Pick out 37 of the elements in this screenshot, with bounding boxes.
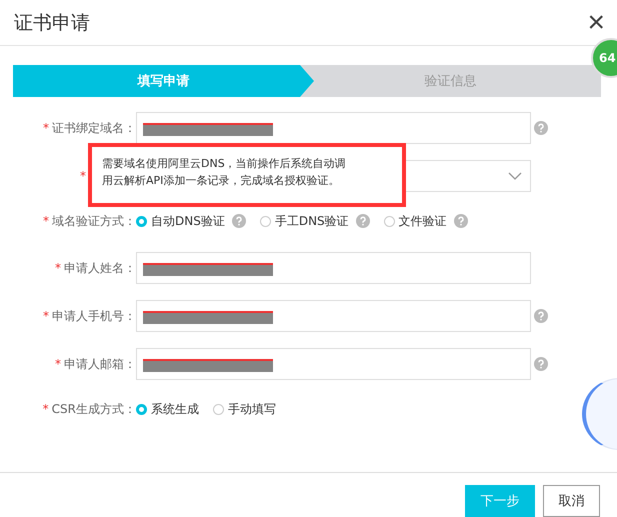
input-field[interactable] bbox=[136, 252, 531, 284]
chevron-down-icon bbox=[508, 172, 522, 180]
help-icon[interactable] bbox=[454, 214, 468, 228]
option-label[interactable]: 手动填写 bbox=[228, 400, 276, 418]
dialog-title: 证书申请 bbox=[14, 10, 90, 36]
radio-button[interactable] bbox=[260, 216, 271, 226]
input-field[interactable] bbox=[136, 300, 531, 332]
field-label: 证书绑定域名： bbox=[52, 120, 136, 134]
option-label[interactable]: 自动DNS验证 bbox=[151, 212, 225, 230]
field-label: 申请人姓名： bbox=[64, 260, 136, 274]
field-label: 申请人手机号： bbox=[52, 308, 136, 322]
help-icon[interactable] bbox=[534, 357, 548, 371]
option-label[interactable]: 系统生成 bbox=[151, 400, 199, 418]
help-icon[interactable] bbox=[534, 309, 548, 323]
radio-button[interactable] bbox=[213, 404, 224, 414]
required-mark: * bbox=[43, 214, 49, 228]
required-mark: * bbox=[55, 356, 61, 370]
radio-button[interactable] bbox=[384, 216, 395, 226]
cancel-button[interactable]: 取消 bbox=[543, 485, 600, 517]
help-icon[interactable] bbox=[534, 121, 548, 135]
field-label: 申请人邮箱： bbox=[64, 356, 136, 370]
option-label[interactable]: 手工DNS验证 bbox=[274, 212, 349, 230]
tooltip-text: 需要域名使用阿里云DNS，当前操作后系统自动调用云解析API添加一条记录，完成域名授权验证。 bbox=[102, 156, 347, 189]
required-mark: * bbox=[80, 169, 86, 183]
required-mark: * bbox=[43, 308, 49, 322]
option-label[interactable]: 文件验证 bbox=[398, 212, 447, 230]
close-button[interactable]: × bbox=[583, 8, 609, 38]
field-label: CSR生成方式： bbox=[52, 402, 136, 416]
help-icon[interactable] bbox=[356, 214, 370, 228]
radio-button[interactable] bbox=[136, 404, 147, 414]
input-field[interactable] bbox=[136, 348, 531, 380]
required-mark: * bbox=[42, 402, 49, 416]
required-mark: * bbox=[55, 260, 61, 274]
field-label: 域名验证方式： bbox=[52, 214, 136, 228]
required-mark: * bbox=[43, 120, 49, 134]
help-icon[interactable] bbox=[232, 214, 246, 228]
radio-button[interactable] bbox=[136, 216, 147, 226]
